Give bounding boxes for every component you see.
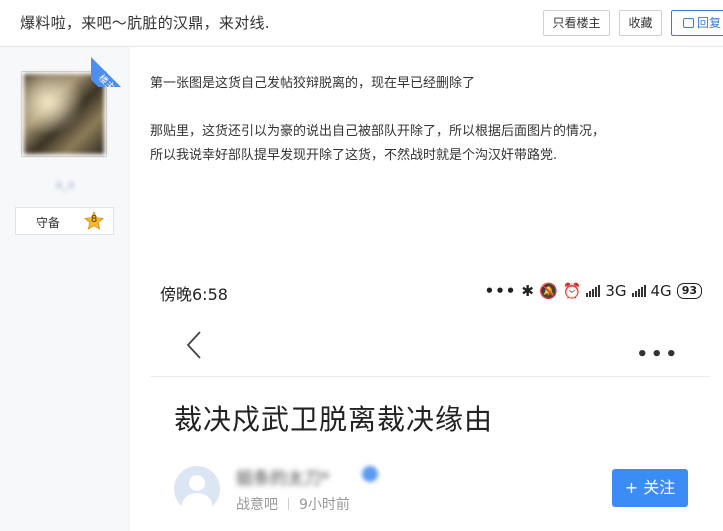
phone-nav-bar: ••• [150, 320, 710, 377]
battery-icon: 93 [676, 283, 702, 299]
status-time: 傍晚6:58 [160, 285, 228, 304]
back-arrow-icon[interactable] [184, 330, 204, 360]
level-star-icon: 8 [84, 211, 104, 231]
post-line: 第一张图是这货自己发帖狡辩脱离的，现在早已经删除了 [150, 76, 476, 91]
username[interactable]: a_a [0, 178, 130, 191]
article-author-name[interactable]: 姐条的太刀* [236, 464, 330, 489]
bluetooth-icon: ✱ [521, 282, 534, 300]
reply-label: 回复 [696, 16, 721, 30]
user-avatar-icon[interactable] [174, 466, 220, 512]
post-line: 那贴里，这货还引以为豪的说出自己被部队开除了，所以根据后面图片的情况， [150, 124, 606, 139]
post-content: 第一张图是这货自己发帖狡辩脱离的，现在早已经删除了 那贴里，这货还引以为豪的说出… [150, 72, 710, 168]
network-3g: 3G [605, 282, 627, 300]
only-louzhu-button[interactable]: 只看楼主 [543, 10, 610, 36]
author-sidebar: a_a 守备 8 [0, 47, 130, 531]
signal-icon [586, 285, 601, 297]
louzhu-ribbon: 楼主 [91, 47, 131, 87]
thread-title: 爆料啦，来吧～肮脏的汉鼎，来对线. [20, 14, 270, 32]
post-line: 所以我说幸好部队提早发现开除了这货，不然战时就是个沟汉奸带路党. [150, 148, 558, 163]
network-4g: 4G [650, 282, 672, 300]
more-dots-icon: ••• [484, 282, 517, 300]
article-title: 裁决戍武卫脱离裁决缘由 [174, 403, 494, 436]
rank-badge[interactable]: 守备 8 [15, 207, 114, 235]
alarm-icon: ⏰ [562, 282, 582, 300]
mute-icon: 🔕 [538, 282, 558, 300]
rank-name: 守备 [36, 216, 61, 230]
more-menu-icon[interactable]: ••• [636, 344, 680, 365]
louzhu-badge: 楼主 [91, 55, 131, 87]
time-ago: 9小时前 [299, 497, 350, 513]
embedded-screenshot[interactable]: 傍晚6:58 ••• ✱ 🔕 ⏰ 3G 4G 93 ••• 裁决戍武卫脱离裁决缘… [150, 270, 710, 531]
phone-status-bar: 傍晚6:58 ••• ✱ 🔕 ⏰ 3G 4G 93 [150, 280, 710, 304]
reply-icon [682, 18, 694, 28]
follow-button[interactable]: + 关注 [612, 469, 688, 507]
thread-header: 爆料啦，来吧～肮脏的汉鼎，来对线. 只看楼主 收藏 回复 [0, 0, 723, 47]
rank-level: 8 [90, 214, 98, 225]
reply-button[interactable]: 回复 [671, 10, 723, 36]
article-meta: 战意吧 9小时前 [236, 494, 350, 514]
signal-icon [631, 285, 646, 297]
verified-icon [362, 466, 378, 482]
forum-name[interactable]: 战意吧 [236, 497, 278, 513]
favorite-button[interactable]: 收藏 [619, 10, 662, 36]
article-author-row: 姐条的太刀* 战意吧 9小时前 + 关注 [174, 466, 694, 526]
